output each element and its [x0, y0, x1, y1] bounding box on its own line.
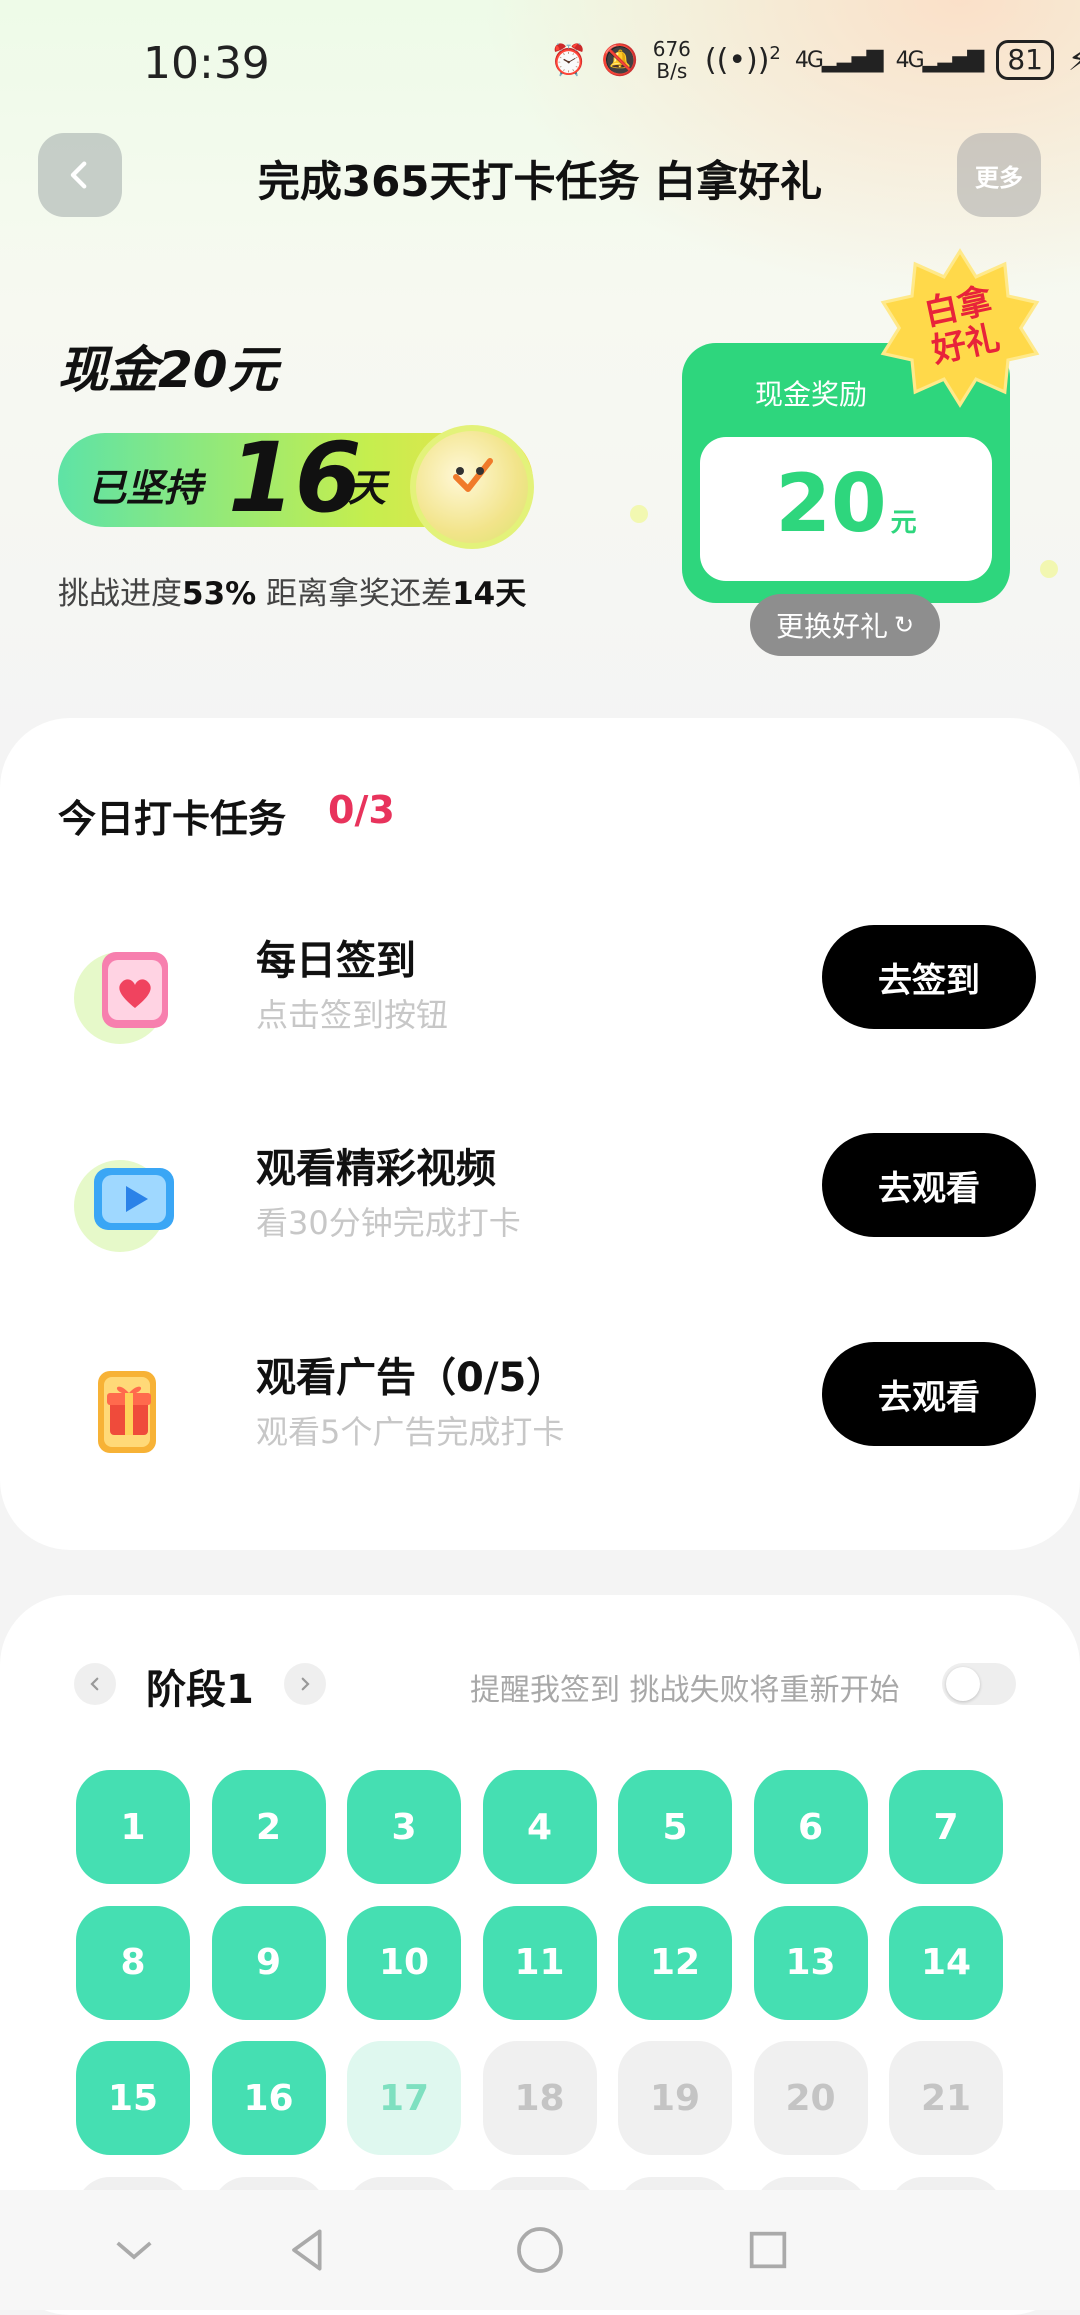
day-cell[interactable]: 18: [482, 2041, 597, 2155]
prev-stage-button[interactable]: [74, 1663, 116, 1705]
hotspot-count: 2: [769, 42, 781, 64]
day-cell[interactable]: 21: [889, 2041, 1003, 2155]
chevron-left-icon: [90, 1677, 99, 1691]
hotspot-icon: ((•))2: [704, 42, 781, 78]
tasks-heading: 今日打卡任务: [58, 797, 287, 841]
streak-unit: 天: [348, 466, 387, 510]
day-cell[interactable]: 16: [211, 2041, 326, 2155]
reward-amount-value: 20: [775, 457, 887, 550]
progress-prefix: 挑战进度: [58, 576, 182, 612]
sparkle-decoration: [630, 505, 648, 523]
reward-title: 现金20元: [58, 341, 278, 399]
gift-box-icon: [98, 1371, 156, 1453]
tasks-count: 0/3: [328, 788, 395, 832]
sparkle-decoration: [1040, 560, 1058, 578]
more-button[interactable]: 更多: [957, 133, 1041, 217]
remind-toggle[interactable]: [942, 1663, 1016, 1705]
day-cell[interactable]: 6: [753, 1770, 868, 1884]
day-cell[interactable]: 1: [76, 1770, 190, 1884]
day-cell[interactable]: 4: [482, 1770, 597, 1884]
nav-home-button[interactable]: [510, 2220, 570, 2280]
task-subtitle: 点击签到按钮: [256, 996, 449, 1034]
watch-ad-button[interactable]: 去观看: [822, 1342, 1036, 1446]
chevron-down-icon: [116, 2241, 152, 2260]
progress-middle: 距离拿奖还差: [256, 576, 453, 612]
nav-back-button[interactable]: [278, 2220, 338, 2280]
day-cell[interactable]: 8: [76, 1905, 190, 2020]
status-bar: 10:39 ⏰ 🔕 676 B/s ((•))2 4G▂▃▅▇ 4G▂▃▅▇ 8…: [0, 0, 1080, 130]
task-item: 每日签到 点击签到按钮 去签到: [0, 910, 1080, 1050]
mascot-icon: [410, 425, 534, 549]
reward-amount: 20 元: [700, 457, 992, 550]
nav-recents-button[interactable]: [738, 2220, 798, 2280]
calendar-heart-icon: [74, 952, 168, 1044]
task-title: 观看广告（0/5）: [256, 1355, 567, 1401]
swap-gift-button[interactable]: 更换好礼 ↻: [750, 594, 940, 656]
task-item: 观看广告（0/5） 观看5个广告完成打卡 去观看: [0, 1327, 1080, 1467]
toggle-knob: [946, 1667, 980, 1701]
tasks-card: 今日打卡任务 0/3 每日签到 点击签到按钮 去签到 观看精彩视频 看30分钟完…: [0, 718, 1080, 1550]
day-cell[interactable]: 13: [753, 1905, 868, 2020]
reward-amount-box: 20 元: [700, 437, 992, 581]
chevron-right-icon: [301, 1677, 310, 1691]
day-cell[interactable]: 2: [211, 1770, 326, 1884]
stage-label: 阶段1: [146, 1667, 254, 1713]
day-cell[interactable]: 15: [76, 2041, 190, 2155]
refresh-icon: ↻: [893, 611, 915, 639]
network-rate-unit: B/s: [656, 59, 688, 83]
day-cell[interactable]: 10: [347, 1905, 461, 2020]
square-recents-icon: [749, 2231, 787, 2269]
streak-days: 16: [228, 422, 362, 534]
day-cell[interactable]: 7: [889, 1770, 1003, 1884]
network-rate-value: 676: [652, 37, 691, 61]
circle-home-icon: [517, 2227, 563, 2273]
day-cell[interactable]: 3: [347, 1770, 461, 1884]
mute-bell-icon: 🔕: [601, 42, 639, 78]
remind-text: 提醒我签到 挑战失败将重新开始: [470, 1673, 900, 1708]
streak-prefix: 已坚持: [88, 466, 203, 510]
status-icons: ⏰ 🔕 676 B/s ((•))2 4G▂▃▅▇ 4G▂▃▅▇ 81 ⚡: [550, 38, 1080, 82]
battery-indicator: 81: [996, 40, 1054, 80]
progress-percent: 53%: [182, 576, 257, 612]
streak-pill: 已坚持 16 天: [58, 423, 534, 549]
days-remaining: 14天: [452, 576, 527, 612]
status-time: 10:39: [143, 38, 270, 89]
day-cell[interactable]: 14: [889, 1905, 1003, 2020]
day-cell[interactable]: 12: [618, 1905, 732, 2020]
day-cell[interactable]: 19: [618, 2041, 732, 2155]
video-play-icon: [74, 1160, 174, 1252]
checkin-button[interactable]: 去签到: [822, 925, 1036, 1029]
day-cell[interactable]: 20: [753, 2041, 868, 2155]
day-cell[interactable]: 5: [618, 1770, 732, 1884]
next-stage-button[interactable]: [284, 1663, 326, 1705]
nav-collapse-button[interactable]: [104, 2220, 164, 2280]
sim1-label: 4G: [794, 47, 824, 73]
sim2-label: 4G: [895, 47, 925, 73]
task-item: 观看精彩视频 看30分钟完成打卡 去观看: [0, 1118, 1080, 1258]
charging-icon: ⚡: [1067, 42, 1080, 78]
task-subtitle: 看30分钟完成打卡: [256, 1204, 521, 1242]
triangle-back-icon: [292, 2229, 322, 2271]
alarm-icon: ⏰: [550, 42, 588, 78]
signal-sim1-icon: 4G▂▃▅▇: [794, 47, 884, 73]
day-cell[interactable]: 11: [482, 1905, 597, 2020]
swap-gift-label: 更换好礼: [775, 610, 888, 643]
task-subtitle: 观看5个广告完成打卡: [256, 1413, 565, 1451]
task-title: 每日签到: [256, 938, 416, 984]
system-nav-bar: [0, 2190, 1080, 2310]
signal-sim2-icon: 4G▂▃▅▇: [895, 47, 985, 73]
reward-amount-unit: 元: [890, 508, 917, 538]
network-rate: 676 B/s: [653, 38, 691, 82]
task-title: 观看精彩视频: [256, 1146, 496, 1192]
page-title: 完成365天打卡任务 白拿好礼: [257, 157, 823, 206]
progress-line: 挑战进度53% 距离拿奖还差14天: [58, 568, 526, 613]
day-cell[interactable]: 17: [347, 2041, 461, 2155]
day-cell[interactable]: 9: [211, 1905, 326, 2020]
watch-video-button[interactable]: 去观看: [822, 1133, 1036, 1237]
